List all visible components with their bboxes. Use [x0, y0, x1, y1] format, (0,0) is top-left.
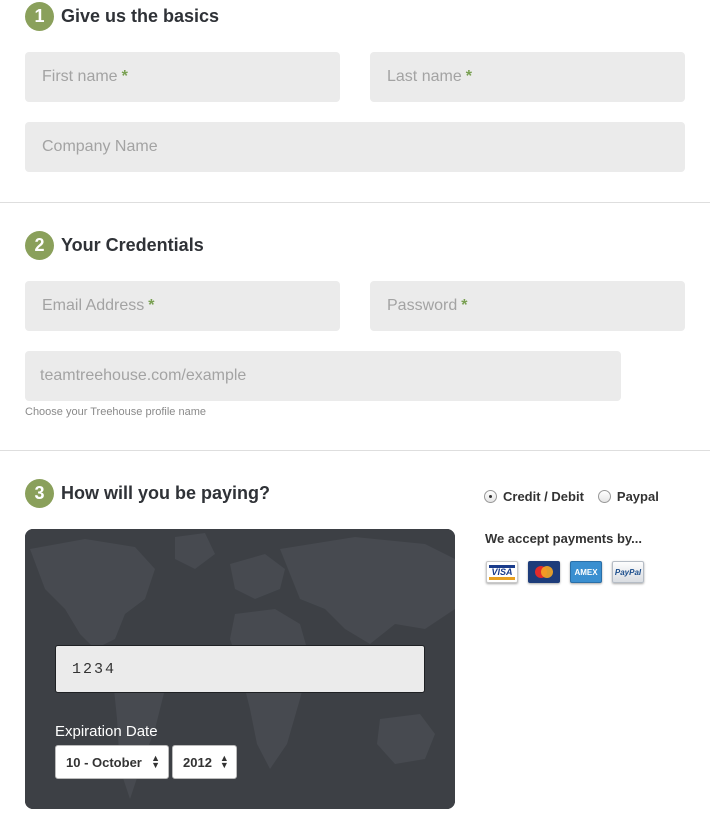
expiration-year-select[interactable]: 2012 ▲ ▼ [172, 745, 237, 779]
month-value: 10 - October [66, 754, 142, 770]
credit-card-panel: 1234 Expiration Date 10 - October ▲ ▼ 201… [25, 529, 455, 809]
accept-payments-label: We accept payments by... [485, 531, 643, 546]
step-badge: 1 [25, 2, 54, 31]
year-value: 2012 [183, 754, 212, 770]
paypal-label[interactable]: Paypal [617, 489, 659, 504]
required-mark: * [461, 297, 468, 314]
first-name-field[interactable]: First name * [25, 52, 340, 102]
last-name-field[interactable]: Last name * [370, 52, 685, 102]
last-name-placeholder: Last name [387, 68, 462, 85]
paypal-icon: PayPal [612, 561, 644, 583]
section-title: Your Credentials [61, 235, 204, 255]
section-divider [0, 202, 710, 203]
mastercard-icon [528, 561, 560, 583]
company-name-placeholder: Company Name [42, 138, 158, 155]
section-title: How will you be paying? [61, 483, 271, 503]
select-arrows-icon: ▲ ▼ [219, 753, 229, 770]
credit-debit-label[interactable]: Credit / Debit [503, 489, 584, 504]
email-field[interactable]: Email Address * [25, 281, 340, 331]
first-name-placeholder: First name [42, 68, 118, 85]
section-basics-heading: 1 Give us the basics [25, 2, 219, 31]
section-title: Give us the basics [61, 6, 220, 26]
visa-icon: VISA [486, 561, 518, 583]
step-badge: 3 [25, 479, 54, 508]
paypal-radio[interactable] [597, 490, 611, 503]
required-mark: * [121, 68, 128, 85]
required-mark: * [148, 297, 155, 314]
step-badge: 2 [25, 231, 54, 260]
section-payment-heading: 3 How will you be paying? [25, 479, 270, 508]
expiration-date-label: Expiration Date [55, 723, 158, 740]
profile-url-placeholder: teamtreehouse.com/example [40, 367, 247, 384]
section-credentials-heading: 2 Your Credentials [25, 231, 204, 260]
email-placeholder: Email Address [42, 297, 145, 314]
amex-icon: AMEX [570, 561, 602, 583]
credit-debit-radio[interactable] [484, 490, 497, 503]
password-placeholder: Password [387, 297, 458, 314]
expiration-month-select[interactable]: 10 - October ▲ ▼ [55, 745, 169, 779]
section-divider [0, 450, 710, 451]
payment-method-options: Credit / Debit Paypal [484, 489, 659, 504]
profile-hint: Choose your Treehouse profile name [25, 406, 206, 418]
company-name-field[interactable]: Company Name [25, 122, 685, 172]
select-arrows-icon: ▲ ▼ [151, 753, 160, 770]
required-mark: * [465, 68, 472, 85]
card-number-input[interactable]: 1234 [55, 645, 425, 693]
card-logos: VISA AMEX PayPal [486, 561, 644, 583]
password-field[interactable]: Password * [370, 281, 685, 331]
profile-url-field[interactable]: teamtreehouse.com/example [25, 351, 621, 401]
